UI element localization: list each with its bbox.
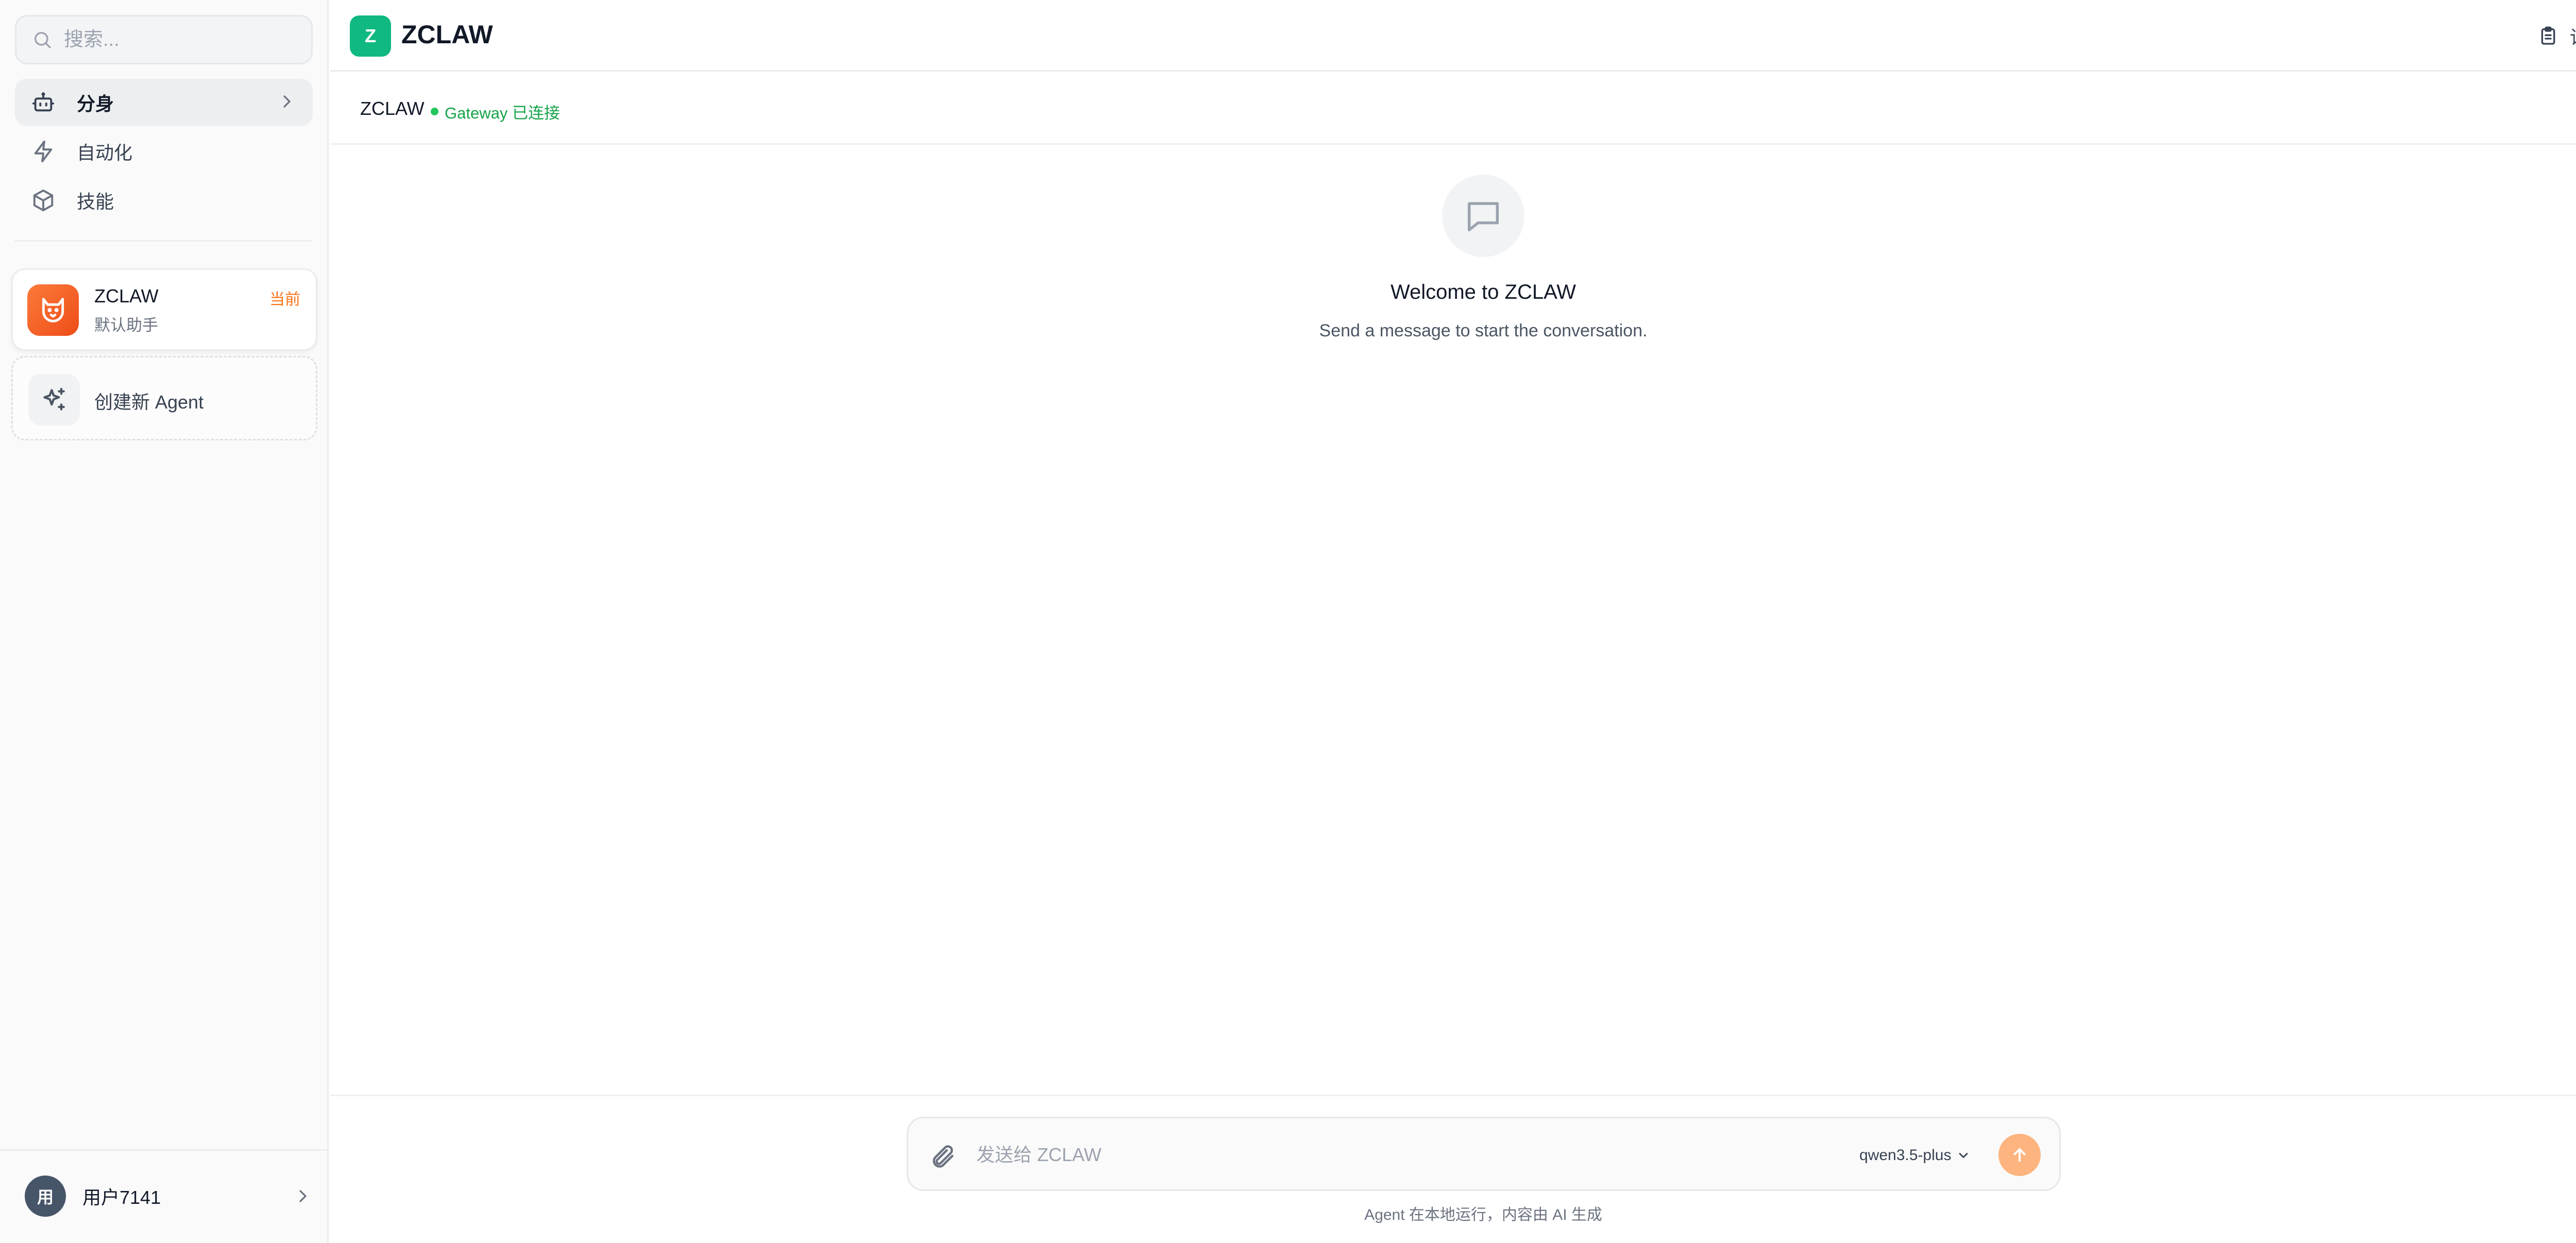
sidebar-divider: [15, 240, 313, 242]
sidebar: 分身 自动化 技能 ZCLAW 默认助手 当前: [0, 0, 329, 1243]
clipboard-icon: [2541, 26, 2555, 45]
conversation-header: ZCLAW Gateway 已连接: [330, 73, 2576, 145]
agent-avatar: [27, 284, 79, 336]
search-input[interactable]: [64, 28, 306, 51]
sidebar-nav: 分身 自动化 技能: [15, 79, 313, 226]
search-box[interactable]: [15, 15, 313, 64]
status-dot: [431, 108, 438, 115]
top-header: Z ZCLAW 详情: [330, 0, 2576, 72]
agent-description: 默认助手: [94, 316, 158, 334]
search-icon: [35, 32, 51, 48]
avatar: 用: [25, 1176, 66, 1217]
disclaimer-text: Agent 在本地运行，内容由 AI 生成: [1364, 1206, 1602, 1223]
agent-card-zclaw[interactable]: ZCLAW 默认助手 当前: [11, 268, 317, 351]
create-agent-icon-box: [28, 374, 80, 425]
chevron-right-icon: [283, 95, 291, 108]
chevron-down-icon: [1959, 1153, 1968, 1158]
app-window: 分身 自动化 技能 ZCLAW 默认助手 当前: [0, 0, 2576, 1243]
cube-icon: [33, 189, 54, 211]
lightning-icon: [34, 140, 53, 162]
sparkles-icon: [43, 387, 65, 411]
user-profile-button[interactable]: 用 用户7141: [25, 1176, 313, 1217]
chat-bubble-icon: [1467, 202, 1499, 232]
sidebar-item-skills[interactable]: 技能: [15, 177, 313, 224]
status-text: Gateway 已连接: [445, 104, 560, 122]
bot-icon: [32, 92, 55, 111]
welcome-icon-circle: [1442, 175, 1524, 257]
create-agent-button[interactable]: 创建新 Agent: [11, 356, 317, 440]
create-agent-label: 创建新 Agent: [94, 391, 204, 413]
agent-name: ZCLAW: [94, 285, 159, 307]
sidebar-item-label: 技能: [77, 191, 114, 212]
user-name: 用户7141: [82, 1187, 161, 1208]
cat-face-icon: [42, 298, 64, 322]
sidebar-item-automation[interactable]: 自动化: [15, 128, 313, 175]
app-logo: Z: [350, 15, 391, 57]
paperclip-icon[interactable]: [929, 1143, 956, 1170]
welcome-title: Welcome to ZCLAW: [1390, 281, 1577, 303]
model-selector[interactable]: qwen3.5-plus: [1859, 1144, 1971, 1167]
conversation-title: ZCLAW: [360, 98, 425, 119]
model-name: qwen3.5-plus: [1859, 1147, 1952, 1164]
chevron-right-icon: [299, 1190, 307, 1202]
sidebar-item-label: 分身: [77, 93, 114, 114]
current-badge: 当前: [269, 291, 300, 308]
message-composer: qwen3.5-plus: [907, 1117, 2061, 1191]
connection-status: Gateway 已连接: [431, 100, 560, 123]
arrow-up-icon: [2013, 1148, 2026, 1162]
message-input[interactable]: [976, 1137, 1698, 1173]
sidebar-footer-divider: [0, 1149, 329, 1151]
app-title: ZCLAW: [401, 20, 493, 49]
welcome-subtitle: Send a message to start the conversation…: [1319, 321, 1648, 340]
sidebar-item-label: 自动化: [77, 142, 133, 163]
composer-divider: [330, 1095, 2576, 1096]
sidebar-item-avatars[interactable]: 分身: [15, 79, 313, 126]
details-label: 详情: [2570, 23, 2576, 49]
details-button[interactable]: 详情: [2538, 21, 2576, 52]
send-button[interactable]: [1998, 1134, 2041, 1176]
